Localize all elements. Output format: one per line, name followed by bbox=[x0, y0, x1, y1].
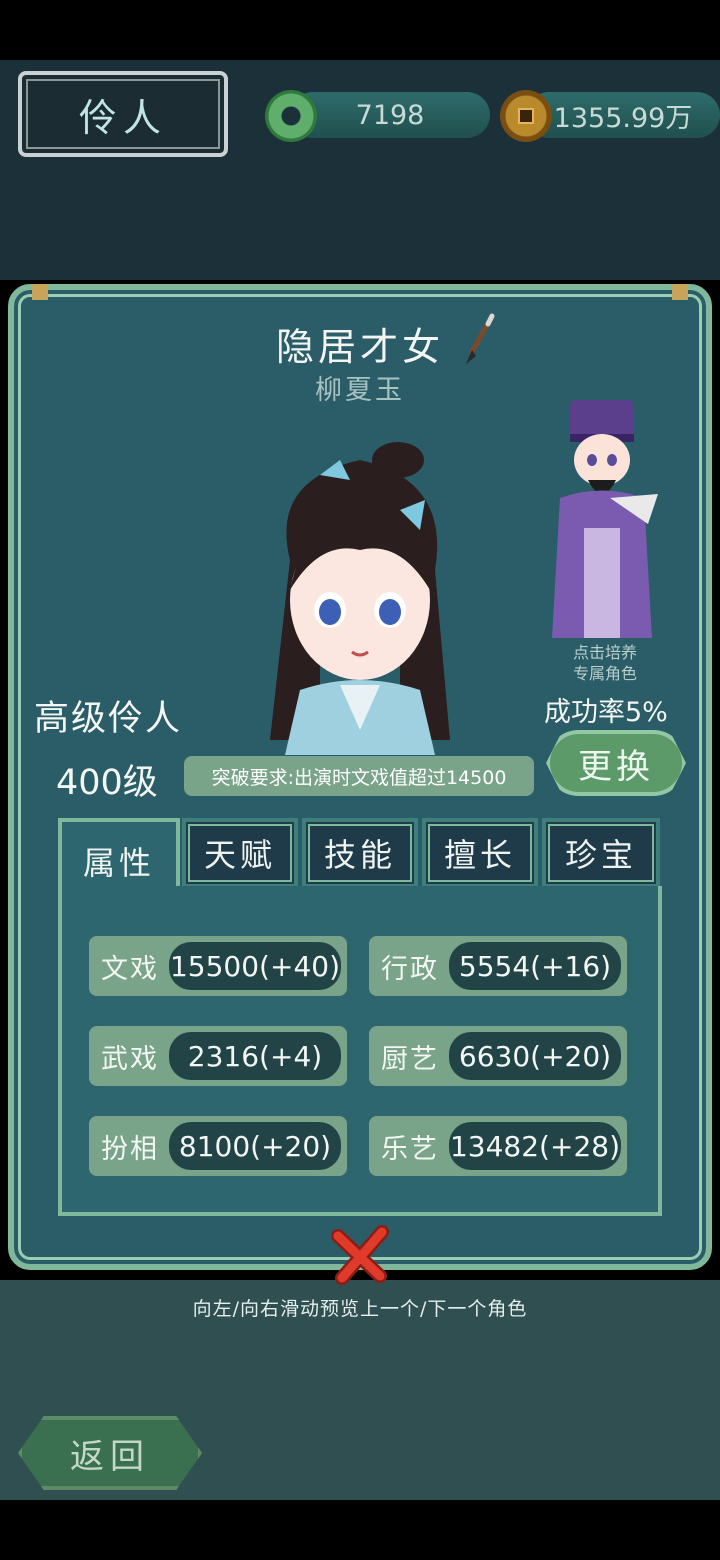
stat-martial-drama: 武戏 2316(+4) bbox=[89, 1026, 347, 1086]
close-icon[interactable] bbox=[330, 1224, 392, 1286]
tab-specialty[interactable]: 擅长 bbox=[422, 818, 538, 888]
stat-label: 行政 bbox=[381, 953, 439, 985]
stat-value: 8100(+20) bbox=[169, 1122, 341, 1170]
tab-treasure[interactable]: 珍宝 bbox=[542, 818, 660, 888]
success-rate: 成功率5% bbox=[544, 697, 668, 728]
copper-coin-icon bbox=[500, 90, 552, 142]
corner-ornament-icon bbox=[32, 284, 48, 300]
stat-label: 乐艺 bbox=[381, 1133, 439, 1165]
stat-music: 乐艺 13482(+28) bbox=[369, 1116, 627, 1176]
tab-skills[interactable]: 技能 bbox=[302, 818, 418, 888]
character-level: 400级 bbox=[56, 763, 158, 803]
character-portrait[interactable] bbox=[250, 440, 470, 755]
stat-label: 厨艺 bbox=[381, 1043, 439, 1075]
stat-label: 文戏 bbox=[101, 953, 159, 985]
stat-value: 13482(+28) bbox=[449, 1122, 621, 1170]
exclusive-character-note: 点击培养 专属角色 bbox=[540, 642, 670, 684]
exclusive-note-line2: 专属角色 bbox=[572, 664, 637, 683]
stat-appearance: 扮相 8100(+20) bbox=[89, 1116, 347, 1176]
tab-talent[interactable]: 天赋 bbox=[182, 818, 298, 888]
coin-counter: 1355.99万 bbox=[526, 92, 720, 138]
stat-value: 2316(+4) bbox=[169, 1032, 341, 1080]
stat-administration: 行政 5554(+16) bbox=[369, 936, 627, 996]
swipe-hint: 向左/向右滑动预览上一个/下一个角色 bbox=[192, 1298, 528, 1320]
stat-label: 武戏 bbox=[101, 1043, 159, 1075]
stat-value: 5554(+16) bbox=[449, 942, 621, 990]
stat-cooking: 厨艺 6630(+20) bbox=[369, 1026, 627, 1086]
swap-button[interactable]: 更换 bbox=[546, 730, 686, 796]
jade-disc-icon bbox=[265, 90, 317, 142]
page-title: 伶人 bbox=[18, 71, 228, 157]
jade-counter: 7198 bbox=[290, 92, 490, 138]
stat-value: 15500(+40) bbox=[169, 942, 341, 990]
stat-value: 6630(+20) bbox=[449, 1032, 621, 1080]
corner-ornament-icon bbox=[672, 284, 688, 300]
stat-literary-drama: 文戏 15500(+40) bbox=[89, 936, 347, 996]
back-button[interactable]: 返回 bbox=[18, 1416, 202, 1490]
stat-label: 扮相 bbox=[101, 1133, 159, 1165]
breakthrough-requirement: 突破要求:出演时文戏值超过14500 bbox=[184, 756, 534, 796]
brush-icon bbox=[466, 313, 495, 364]
exclusive-character-figure[interactable] bbox=[540, 398, 660, 643]
character-rank: 高级伶人 bbox=[34, 699, 183, 739]
exclusive-note-line1: 点击培养 bbox=[572, 643, 637, 662]
character-title: 隐居才女 bbox=[275, 325, 444, 369]
